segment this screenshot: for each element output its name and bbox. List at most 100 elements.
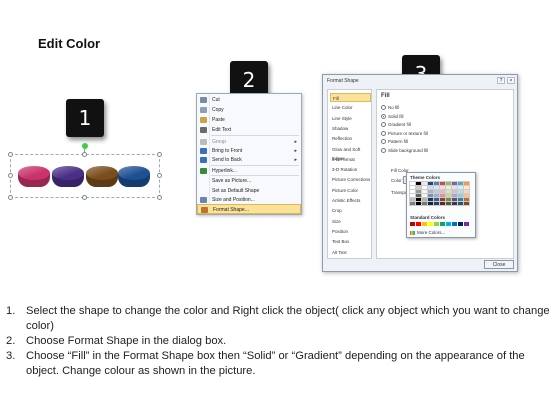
close-button[interactable]: Close (484, 260, 514, 269)
color-swatch[interactable] (451, 189, 458, 194)
color-swatch[interactable] (427, 189, 434, 194)
color-swatch[interactable] (416, 222, 421, 226)
category-glow-and-soft-edges[interactable]: Glow and Soft Edges (330, 145, 371, 161)
more-colors-item[interactable]: More Colors... (410, 230, 445, 235)
color-swatch[interactable] (433, 185, 440, 190)
color-swatch[interactable] (427, 181, 434, 186)
color-swatch[interactable] (445, 201, 452, 206)
color-swatch[interactable] (427, 201, 434, 206)
color-swatch[interactable] (409, 189, 416, 194)
color-swatch[interactable] (440, 222, 445, 226)
color-swatch[interactable] (439, 185, 446, 190)
color-swatch[interactable] (463, 189, 470, 194)
color-swatch[interactable] (457, 181, 464, 186)
color-swatch[interactable] (433, 189, 440, 194)
category-text-box[interactable]: Text Box (330, 237, 371, 246)
resize-handle[interactable] (157, 173, 162, 178)
menu-item-save-as-picture[interactable]: Save as Picture... (197, 176, 301, 186)
category-artistic-effects[interactable]: Artistic Effects (330, 196, 371, 205)
resize-handle[interactable] (82, 195, 87, 200)
color-swatch[interactable] (451, 185, 458, 190)
resize-handle[interactable] (157, 152, 162, 157)
color-swatch[interactable] (451, 197, 458, 202)
color-swatch[interactable] (463, 201, 470, 206)
fill-option-slide-background-fill[interactable]: Slide background fill (381, 147, 428, 154)
category-crop[interactable]: Crop (330, 206, 371, 215)
resize-handle[interactable] (8, 173, 13, 178)
color-swatch[interactable] (409, 181, 416, 186)
fill-option-picture-or-texture-fill[interactable]: Picture or texture fill (381, 130, 428, 137)
fill-option-gradient-fill[interactable]: Gradient fill (381, 121, 411, 128)
color-swatch[interactable] (457, 193, 464, 198)
color-swatch[interactable] (445, 193, 452, 198)
color-swatch[interactable] (433, 193, 440, 198)
category-3-d-rotation[interactable]: 3-D Rotation (330, 165, 371, 174)
color-swatch[interactable] (451, 181, 458, 186)
category-3-d-format[interactable]: 3-D Format (330, 155, 371, 164)
color-swatch[interactable] (415, 193, 422, 198)
color-swatch[interactable] (445, 185, 452, 190)
color-swatch[interactable] (415, 185, 422, 190)
category-picture-corrections[interactable]: Picture Corrections (330, 175, 371, 184)
color-swatch[interactable] (452, 222, 457, 226)
fill-option-pattern-fill[interactable]: Pattern fill (381, 138, 408, 145)
resize-handle[interactable] (157, 195, 162, 200)
color-swatch[interactable] (428, 222, 433, 226)
menu-item-edit-text[interactable]: Edit Text (197, 125, 301, 135)
category-shadow[interactable]: Shadow (330, 124, 371, 133)
colored-shape[interactable] (118, 166, 150, 188)
category-fill[interactable]: Fill (330, 93, 371, 102)
radio-button[interactable] (381, 113, 386, 119)
color-swatch[interactable] (445, 181, 452, 186)
color-swatch[interactable] (421, 185, 428, 190)
help-button[interactable]: ? (497, 77, 505, 84)
color-swatch[interactable] (463, 193, 470, 198)
color-swatch[interactable] (445, 189, 452, 194)
menu-item-copy[interactable]: Copy (197, 105, 301, 115)
color-swatch[interactable] (439, 189, 446, 194)
color-swatch[interactable] (457, 189, 464, 194)
color-swatch[interactable] (427, 185, 434, 190)
color-swatch[interactable] (457, 185, 464, 190)
color-swatch[interactable] (421, 181, 428, 186)
color-swatch[interactable] (421, 189, 428, 194)
color-swatch[interactable] (421, 201, 428, 206)
color-swatch[interactable] (433, 181, 440, 186)
category-size[interactable]: Size (330, 217, 371, 226)
color-swatch[interactable] (421, 193, 428, 198)
color-swatch[interactable] (409, 197, 416, 202)
resize-handle[interactable] (8, 195, 13, 200)
color-swatch[interactable] (457, 201, 464, 206)
color-swatch[interactable] (421, 197, 428, 202)
menu-item-paste[interactable]: Paste (197, 115, 301, 125)
color-swatch[interactable] (433, 201, 440, 206)
color-swatch[interactable] (451, 201, 458, 206)
menu-item-format-shape[interactable]: Format Shape... (197, 204, 301, 214)
resize-handle[interactable] (8, 152, 13, 157)
resize-handle[interactable] (82, 152, 87, 157)
color-swatch[interactable] (427, 197, 434, 202)
color-swatch[interactable] (427, 193, 434, 198)
rotation-handle[interactable] (82, 143, 88, 149)
colored-shape[interactable] (86, 166, 118, 188)
category-line-style[interactable]: Line Style (330, 114, 371, 123)
color-swatch[interactable] (409, 201, 416, 206)
colored-shape[interactable] (52, 166, 84, 188)
color-swatch[interactable] (451, 193, 458, 198)
color-swatch[interactable] (415, 189, 422, 194)
radio-button[interactable] (381, 130, 386, 136)
color-swatch[interactable] (415, 181, 422, 186)
colored-shape[interactable] (18, 166, 50, 188)
color-swatch[interactable] (439, 201, 446, 206)
color-swatch[interactable] (433, 197, 440, 202)
fill-option-solid-fill[interactable]: Solid fill (381, 113, 404, 120)
close-icon[interactable]: × (507, 77, 515, 84)
menu-item-send-to-back[interactable]: Send to Back ▸ (197, 155, 301, 165)
radio-button[interactable] (381, 122, 386, 127)
menu-item-cut[interactable]: Cut (197, 95, 301, 105)
color-swatch[interactable] (434, 222, 439, 226)
color-swatch[interactable] (458, 222, 463, 226)
color-swatch[interactable] (422, 222, 427, 226)
color-swatch[interactable] (439, 197, 446, 202)
category-reflection[interactable]: Reflection (330, 134, 371, 143)
